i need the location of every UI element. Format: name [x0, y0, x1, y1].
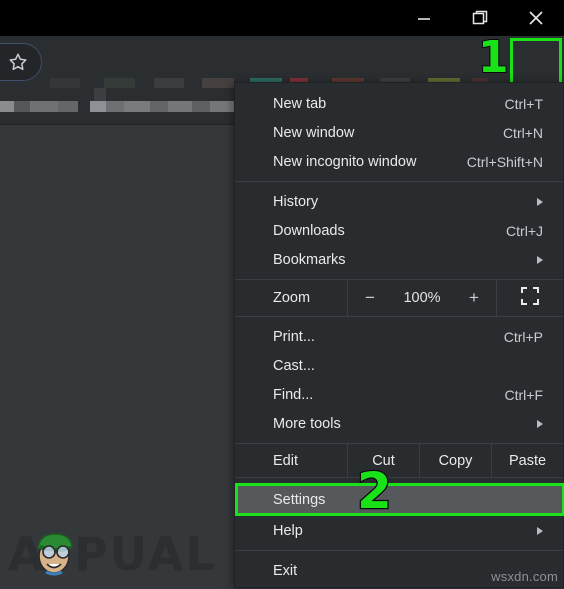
menu-item-more-tools[interactable]: More tools [235, 409, 563, 438]
menu-item-history[interactable]: History [235, 187, 563, 216]
omnibox-right-end [0, 43, 42, 81]
menu-item-bookmarks[interactable]: Bookmarks [235, 245, 563, 274]
menu-item-label: History [273, 193, 319, 210]
close-button[interactable] [508, 0, 564, 36]
chevron-right-icon [537, 197, 543, 206]
menu-item-downloads[interactable]: Downloads Ctrl+J [235, 216, 563, 245]
window-controls [396, 0, 564, 36]
minimize-icon [414, 8, 434, 28]
menu-item-label: Bookmarks [273, 251, 346, 268]
fullscreen-icon [521, 287, 539, 309]
title-bar [0, 0, 564, 36]
menu-item-settings[interactable]: Settings [235, 483, 563, 516]
menu-item-accel: Ctrl+P [503, 328, 543, 345]
menu-item-new-incognito-window[interactable]: New incognito window Ctrl+Shift+N [235, 147, 563, 176]
menu-item-label: New incognito window [273, 153, 417, 170]
menu-item-print[interactable]: Print... Ctrl+P [235, 322, 563, 351]
menu-item-label: Cast... [273, 357, 315, 374]
zoom-label: Zoom [273, 290, 311, 306]
appuals-logo: A PUALS [6, 524, 250, 582]
zoom-in-button[interactable]: + [466, 288, 482, 308]
menu-separator [235, 181, 563, 182]
menu-item-label: Find... [273, 386, 314, 403]
menu-edit-row: Edit Cut Copy Paste [235, 443, 563, 478]
menu-item-new-window[interactable]: New window Ctrl+N [235, 118, 563, 147]
zoom-out-button[interactable]: − [362, 288, 378, 308]
menu-item-accel: Ctrl+Shift+N [466, 153, 543, 170]
menu-item-label: Print... [273, 328, 315, 345]
close-icon [525, 7, 547, 29]
menu-item-label: Help [273, 522, 303, 539]
site-watermark: wsxdn.com [491, 569, 558, 584]
menu-item-find[interactable]: Find... Ctrl+F [235, 380, 563, 409]
maximize-button[interactable] [452, 0, 508, 36]
chevron-right-icon [537, 419, 543, 428]
paste-button[interactable]: Paste [491, 444, 563, 477]
menu-item-label: Settings [273, 491, 326, 508]
menu-item-accel: Ctrl+F [504, 386, 544, 403]
menu-item-label: More tools [273, 415, 341, 432]
bookmark-star-icon[interactable] [7, 51, 29, 73]
menu-item-label: Downloads [273, 222, 345, 239]
menu-item-new-tab[interactable]: New tab Ctrl+T [235, 89, 563, 118]
menu-item-cast[interactable]: Cast... [235, 351, 563, 380]
chrome-main-menu: New tab Ctrl+T New window Ctrl+N New inc… [234, 82, 564, 588]
svg-text:PUALS: PUALS [74, 527, 218, 581]
menu-item-accel: Ctrl+N [502, 124, 543, 141]
menu-item-label: New window [273, 124, 355, 141]
annotation-label-1: 1 [477, 32, 510, 83]
menu-item-accel: Ctrl+T [504, 95, 544, 112]
chevron-right-icon [537, 526, 543, 535]
menu-item-label: New tab [273, 95, 327, 112]
browser-window: 1 A PUALS [0, 0, 564, 589]
fullscreen-button[interactable] [497, 280, 563, 316]
menu-zoom-row: Zoom − 100% + [235, 279, 563, 317]
copy-button[interactable]: Copy [419, 444, 491, 477]
menu-item-help[interactable]: Help [235, 516, 563, 545]
zoom-level-value: 100% [403, 290, 441, 306]
menu-separator [235, 550, 563, 551]
edit-label: Edit [273, 452, 298, 469]
chevron-right-icon [537, 255, 543, 264]
zoom-controls: − 100% + [347, 280, 497, 316]
minimize-button[interactable] [396, 0, 452, 36]
menu-item-accel: Ctrl+J [506, 222, 543, 239]
annotation-label-2: 2 [356, 462, 393, 520]
restore-icon [469, 7, 491, 29]
